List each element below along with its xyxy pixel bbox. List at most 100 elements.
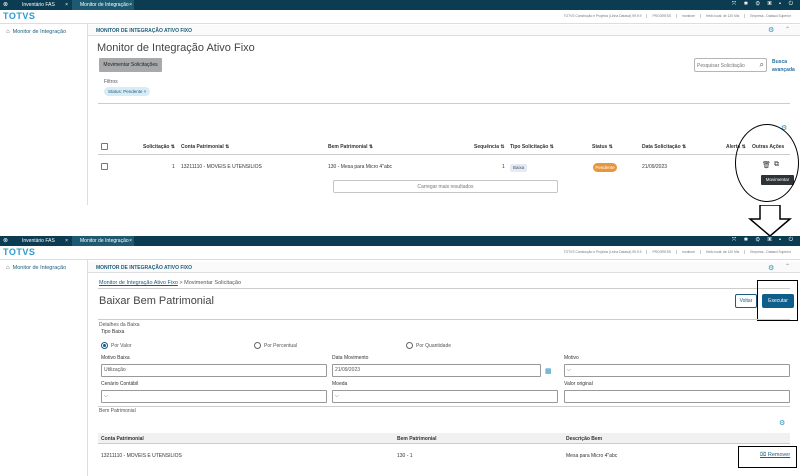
collapse-icon[interactable]: ⌃: [785, 26, 790, 33]
motivo-select[interactable]: ⌵: [564, 364, 790, 377]
info-host: Hello local: de 120 MIs: [700, 250, 746, 254]
tab-inventario-label: Inventário FAS: [22, 238, 55, 244]
close-icon[interactable]: ×: [65, 236, 68, 246]
collapse-icon[interactable]: ⌃: [785, 263, 790, 270]
settings-gear-icon[interactable]: ⚙: [768, 264, 774, 272]
settings-gear-icon[interactable]: ⚙: [779, 419, 785, 427]
radio-por-valor[interactable]: [101, 342, 108, 349]
col-label: Data Solicitação: [642, 144, 681, 150]
cell-bem: 130 - 1: [397, 453, 413, 459]
col-descricao: Descrição Bem: [566, 436, 603, 442]
tab-monitor[interactable]: Monitor de Integração ×: [72, 0, 134, 10]
data-movimento-field[interactable]: 21/09/2023: [332, 364, 541, 377]
sidebar-item-label: Monitor de Integração: [12, 265, 67, 271]
row-checkbox[interactable]: [101, 163, 108, 170]
section-bem: Bem Patrimonial: [99, 408, 136, 414]
top-bar-icons[interactable]: ⤧ ✱ ⚙ ▣ ▪ ⏻: [732, 237, 796, 244]
breadcrumb-link[interactable]: Monitor de Integração Ativo Fixo: [99, 280, 178, 286]
header-title: MONITOR DE INTEGRAÇÃO ATIVO FIXO: [96, 28, 193, 34]
close-icon[interactable]: ×: [129, 236, 132, 246]
col-sequencia[interactable]: Sequência ⇅: [474, 144, 505, 150]
cell-solicitacao: 1: [172, 164, 175, 170]
top-bar: ⊗ Inventário FAS × Monitor de Integração ×…: [0, 236, 800, 246]
cenario-label: Cenário Contábil: [101, 381, 139, 387]
divider: [98, 154, 790, 155]
sidebar-item-monitor[interactable]: ⌂ Monitor de Integração: [6, 265, 66, 271]
calendar-icon[interactable]: ▦: [545, 367, 552, 375]
tab-inventario[interactable]: Inventário FAS ×: [14, 236, 70, 246]
col-label: Bem Patrimonial: [328, 144, 368, 150]
search-icon[interactable]: ⌕: [760, 60, 764, 70]
col-data[interactable]: Data Solicitação ⇅: [642, 144, 686, 150]
home-icon: ⌂: [6, 29, 10, 35]
cell-conta: 13211110 - MOVEIS E UTENSILIOS: [101, 453, 182, 459]
col-label: Solicitação: [143, 144, 170, 150]
info-product: TOTVS Construção e Projetos (Linha Datas…: [558, 250, 648, 254]
totvs-logo-icon: ⊗: [3, 238, 9, 244]
cell-bem: 130 - Mesa para Micro 4"abc: [328, 164, 393, 170]
radio-por-percentual[interactable]: [254, 342, 261, 349]
sidebar: ⌂ Monitor de Integração: [0, 260, 88, 476]
close-icon[interactable]: ×: [144, 89, 147, 94]
moeda-label: Moeda: [332, 381, 348, 387]
info-company: Empresa - Datasul Superior: [750, 14, 791, 18]
col-status[interactable]: Status ⇅: [592, 144, 613, 150]
highlight-circle: [735, 124, 799, 202]
col-conta: Conta Patrimonial: [101, 436, 144, 442]
tab-monitor[interactable]: Monitor de Integração ×: [72, 236, 134, 246]
page-header: MONITOR DE INTEGRAÇÃO ATIVO FIXO ⌃: [88, 25, 800, 36]
search-box[interactable]: ⌕: [694, 58, 767, 72]
col-label: Status: [592, 144, 608, 150]
tab-monitor-label: Monitor de Integração: [80, 238, 129, 244]
info-host: Hello local: de 120 MIs: [700, 14, 746, 18]
top-bar-icons[interactable]: ⤧ ✱ ⚙ ▣ ▪ ⏻: [732, 1, 796, 8]
advanced-search-link[interactable]: Busca avançada: [772, 58, 795, 74]
radio-por-quantidade-label: Por Quantidade: [416, 343, 452, 349]
sidebar-item-monitor[interactable]: ⌂ Monitor de Integração: [6, 29, 66, 35]
screenshot-monitor: ⊗ Inventário FAS × Monitor de Integração ×…: [0, 0, 800, 205]
chevron-down-icon: ⌵: [335, 393, 339, 399]
divider: [98, 288, 790, 289]
info-progress: PROGRESS: [647, 14, 678, 18]
col-bem[interactable]: Bem Patrimonial ⇅: [328, 144, 373, 150]
settings-gear-icon[interactable]: ⚙: [768, 26, 774, 34]
search-input[interactable]: [697, 60, 757, 71]
col-tipo[interactable]: Tipo Solicitação ⇅: [510, 144, 554, 150]
info-company: Empresa - Datasul Superior: [750, 250, 791, 254]
motivo-baixa-field[interactable]: Utilização: [101, 364, 327, 377]
brand-logo: TOTVS: [3, 11, 36, 21]
close-icon[interactable]: ×: [129, 0, 132, 10]
info-product: TOTVS Construção e Projetos (Linha Datas…: [558, 14, 648, 18]
cell-conta: 13211110 - MOVEIS E UTENSILIOS: [181, 164, 262, 170]
moeda-select[interactable]: ⌵: [332, 390, 558, 403]
sidebar: ⌂ Monitor de Integração: [0, 24, 88, 205]
section-detalhes: Detalhes da Baixa: [99, 322, 140, 328]
breadcrumb: Monitor de Integração Ativo Fixo > Movim…: [99, 280, 241, 286]
cenario-select[interactable]: ⌵: [101, 390, 327, 403]
brand-info: TOTVS Construção e Projetos (Linha Datas…: [558, 250, 796, 254]
valor-original-field[interactable]: [564, 390, 790, 403]
col-conta[interactable]: Conta Patrimonial ⇅: [181, 144, 229, 150]
busca-line1: Busca: [772, 59, 788, 65]
select-all-checkbox[interactable]: [101, 143, 108, 150]
home-icon: ⌂: [6, 265, 10, 271]
down-arrow-icon: [747, 204, 793, 237]
page-title: Monitor de Integração Ativo Fixo: [97, 42, 255, 54]
breadcrumb-current: Movimentar Solicitação: [184, 280, 242, 286]
radio-por-percentual-label: Por Percentual: [264, 343, 298, 349]
load-more-button[interactable]: Carregar mais resultados: [333, 180, 558, 193]
voltar-button[interactable]: Voltar: [735, 294, 757, 308]
filter-chip-label: Status: Pendente: [108, 89, 143, 94]
tab-inventario[interactable]: Inventário FAS ×: [14, 0, 70, 10]
tipo-baixa-label: Tipo Baixa: [101, 329, 125, 335]
filter-chip[interactable]: Status: Pendente ×: [104, 87, 151, 96]
movimentar-solicitacoes-button[interactable]: Movimentar Solicitações: [99, 58, 162, 72]
breadcrumb-sep: >: [179, 280, 183, 286]
close-icon[interactable]: ×: [65, 0, 68, 10]
radio-por-quantidade[interactable]: [406, 342, 413, 349]
col-solicitacao[interactable]: Solicitação ⇅: [143, 144, 175, 150]
brand-bar: TOTVS TOTVS Construção e Projetos (Linha…: [0, 10, 800, 24]
page-title: Baixar Bem Patrimonial: [99, 295, 214, 307]
filters-label: Filtros: [104, 79, 118, 85]
cell-data: 21/09/2023: [642, 164, 668, 170]
